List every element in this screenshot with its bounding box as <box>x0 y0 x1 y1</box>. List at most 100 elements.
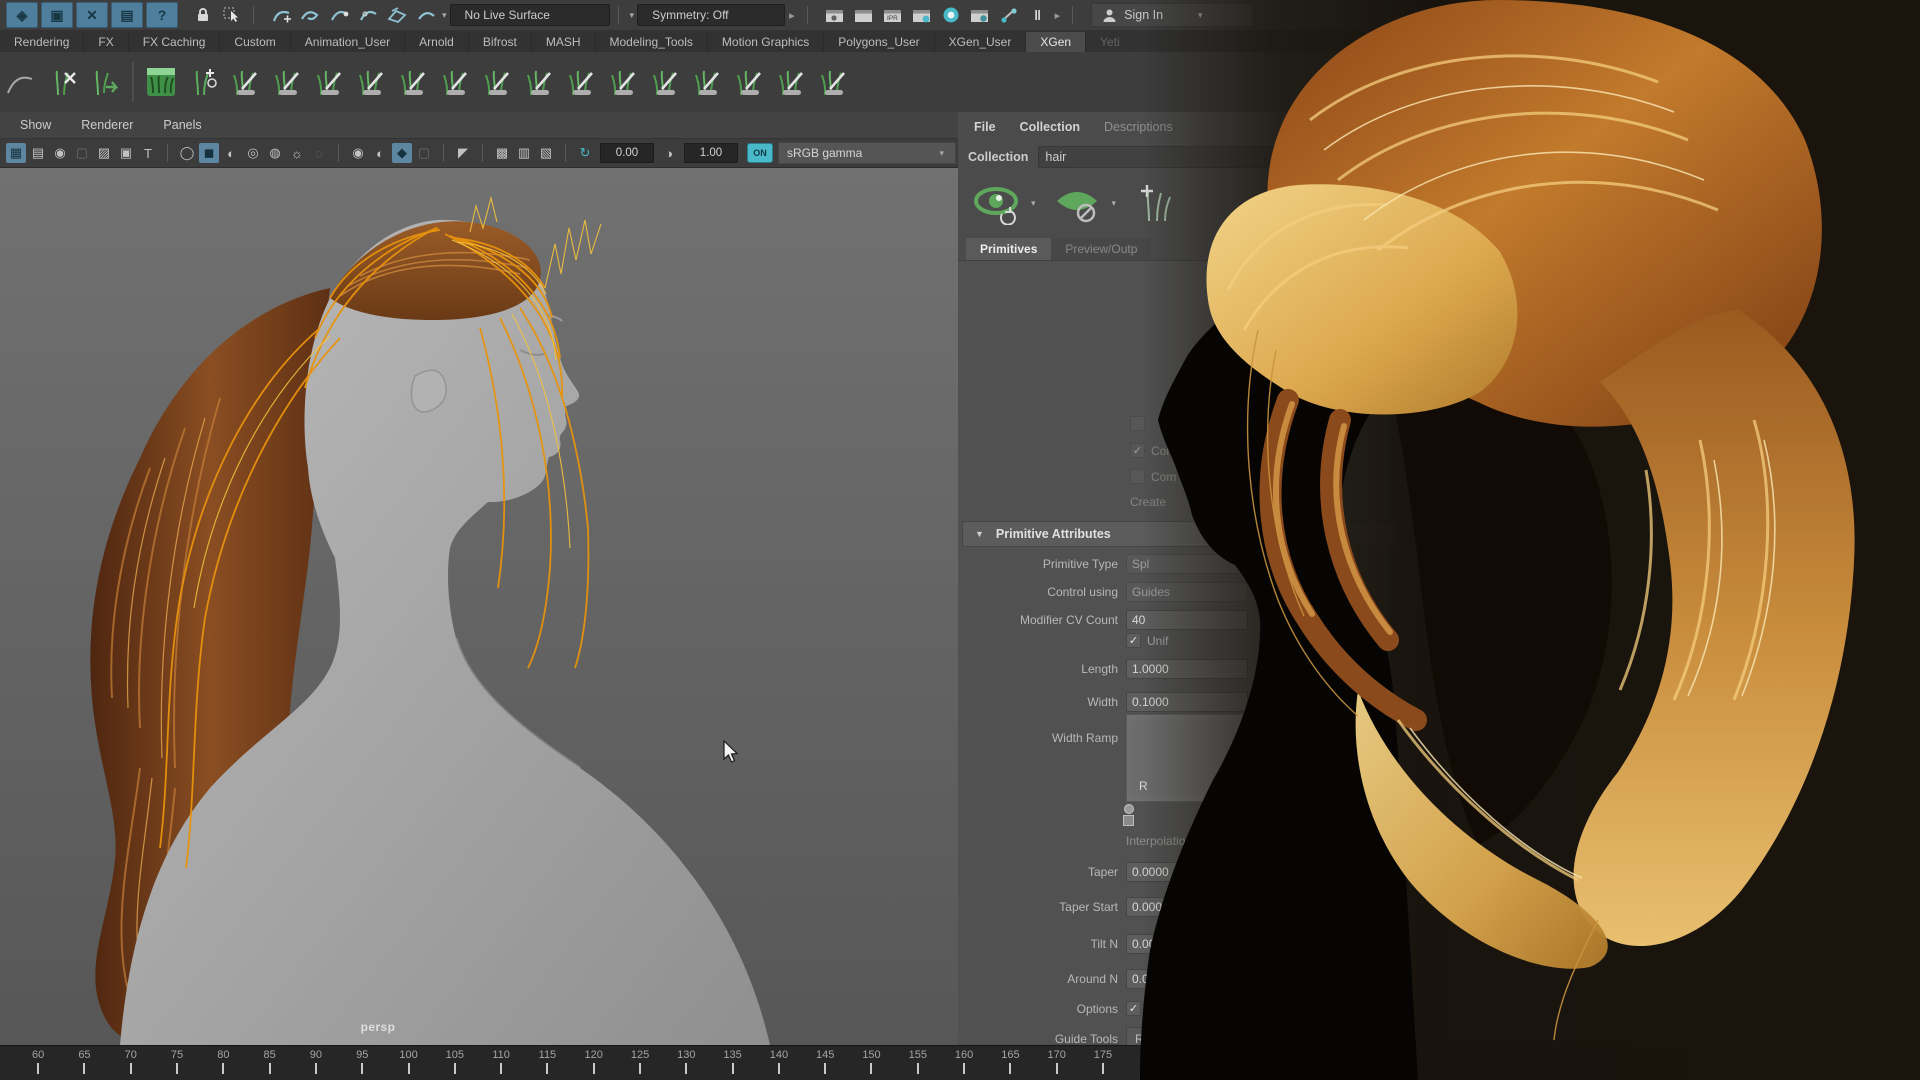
shelf-tab[interactable]: XGen_User <box>935 32 1027 52</box>
preview-caret-icon[interactable]: ▾ <box>1031 198 1036 209</box>
timeline-frame-slot[interactable]: 180 <box>1126 1046 1172 1080</box>
timeline-frame-slot[interactable]: 150 <box>848 1046 894 1080</box>
resolution-gate-icon[interactable]: ◉ <box>50 143 70 163</box>
timeline-frame-slot[interactable]: 115 <box>524 1046 570 1080</box>
timeline-frame-slot[interactable]: 140 <box>756 1046 802 1080</box>
film-gate-icon[interactable]: ▤ <box>28 143 48 163</box>
object-pick-icon[interactable] <box>219 3 245 27</box>
snap-view-icon[interactable] <box>413 3 439 27</box>
xray-display-icon[interactable]: ◆ <box>392 143 412 163</box>
shadows-icon[interactable]: ◍ <box>265 143 285 163</box>
time-slider[interactable]: 60 65 70 75 80 85 90 95 100 105 <box>0 1045 1920 1080</box>
shaded-display-icon[interactable]: ◼ <box>199 143 219 163</box>
xgen-tab[interactable]: Primitives <box>966 238 1051 260</box>
shelf-tab[interactable]: Yeti <box>1086 32 1135 52</box>
shelf-tab[interactable]: MASH <box>532 32 596 52</box>
grid-toggle-icon[interactable]: ▦ <box>6 143 26 163</box>
timeline-frame-slot[interactable]: 105 <box>432 1046 478 1080</box>
snap-point-icon[interactable] <box>326 3 352 27</box>
hide-preview-caret-icon[interactable]: ▾ <box>1112 198 1117 209</box>
xgen-preview-eye-icon[interactable]: ▾ <box>972 181 1039 225</box>
tilt-n-field[interactable]: 0.0000 <box>1126 934 1248 954</box>
isolate-remove-icon[interactable]: ▧ <box>536 143 556 163</box>
live-surface-caret-icon[interactable]: ▾ <box>442 10 447 21</box>
timeline-frame-slot[interactable]: 65 <box>61 1046 107 1080</box>
timeline-frame-slot[interactable]: 185 <box>1172 1046 1218 1080</box>
viewport-3d-view[interactable]: persp <box>0 168 958 1045</box>
width-ramp-widget[interactable]: R <box>1126 714 1314 802</box>
render-view-icon[interactable] <box>822 3 848 27</box>
taper-start-slider[interactable] <box>1262 906 1342 909</box>
xgen-brush-icon[interactable] <box>562 60 600 104</box>
shelf-tab[interactable]: Animation_User <box>291 32 405 52</box>
xgen-brush-icon[interactable] <box>394 60 432 104</box>
panel-menu-item[interactable]: Show <box>20 118 51 132</box>
timeline-frame-slot[interactable]: 160 <box>941 1046 987 1080</box>
interpolation-value[interactable]: Line <box>1201 834 1224 848</box>
primitive-attributes-header[interactable]: ▼Primitive Attributes <box>962 521 1396 547</box>
group-collapse-icon[interactable]: ▸ <box>789 9 795 22</box>
faded-create-button[interactable]: Create <box>1130 495 1166 509</box>
taper-field[interactable]: 0.0000 <box>1126 862 1248 882</box>
timeline-frame-slot[interactable]: 95 <box>339 1046 385 1080</box>
timeline-frame-slot[interactable]: 120 <box>571 1046 617 1080</box>
lock-selection-icon[interactable] <box>190 3 216 27</box>
live-surface-field[interactable]: No Live Surface <box>450 4 610 26</box>
gate-mask-icon[interactable]: ▢ <box>72 143 92 163</box>
mode-tools-icon[interactable]: ✕ <box>76 2 108 28</box>
xgen-brush-icon[interactable] <box>730 60 768 104</box>
xgen-brush-icon[interactable] <box>478 60 516 104</box>
primitive-type-dropdown[interactable]: Spl <box>1126 554 1248 574</box>
shelf-tab[interactable]: Rendering <box>0 32 84 52</box>
shelf-tab[interactable]: Motion Graphics <box>708 32 824 52</box>
xgen-brush-icon[interactable] <box>520 60 558 104</box>
mode-help-icon[interactable]: ? <box>146 2 178 28</box>
xgen-brush-icon[interactable] <box>688 60 726 104</box>
mode-clapper-icon[interactable]: ▤ <box>111 2 143 28</box>
safe-title-icon[interactable]: T <box>138 143 158 163</box>
timeline-frame-slot[interactable]: 170 <box>1034 1046 1080 1080</box>
use-all-lights-icon[interactable]: ◎ <box>243 143 263 163</box>
xgen-menu-item[interactable]: File <box>974 120 996 134</box>
render-sequence-icon[interactable] <box>909 3 935 27</box>
timeline-frame-slot[interactable]: 110 <box>478 1046 524 1080</box>
xgen-brush-icon[interactable] <box>352 60 390 104</box>
timeline-frame-slot[interactable]: 60 <box>15 1046 61 1080</box>
field-chart-icon[interactable]: ▨ <box>94 143 114 163</box>
xgen-create-description-icon[interactable] <box>142 60 180 104</box>
isolate-select-icon[interactable]: ▩ <box>492 143 512 163</box>
uniform-cvs-checkbox[interactable]: ✓ <box>1126 633 1141 648</box>
color-management-toggle[interactable]: ON <box>747 143 773 163</box>
width-field[interactable]: 0.1000 <box>1126 692 1248 712</box>
xgen-brush-icon[interactable] <box>604 60 642 104</box>
xgen-brush-icon[interactable] <box>772 60 810 104</box>
render-settings-sphere-icon[interactable] <box>938 3 964 27</box>
group-expand-icon[interactable]: ▸ <box>1055 9 1061 22</box>
around-n-field[interactable]: 0.0000 <box>1126 969 1248 989</box>
faded-checkbox-con[interactable]: ✓Con <box>1130 443 1173 458</box>
length-field[interactable]: 1.0000 <box>1126 659 1248 679</box>
shelf-tab[interactable]: XGen <box>1026 32 1086 52</box>
timeline-frame-slot[interactable]: 85 <box>246 1046 292 1080</box>
taper-start-field[interactable]: 0.0000 <box>1126 897 1248 917</box>
symmetry-caret-icon[interactable]: ▾ <box>630 10 635 21</box>
timeline-frame-slot[interactable]: 145 <box>802 1046 848 1080</box>
motion-blur-icon[interactable]: ◌ <box>309 143 329 163</box>
pause-icon[interactable]: ‖ <box>1025 3 1051 27</box>
xgen-brush-icon[interactable] <box>310 60 348 104</box>
default-material-icon[interactable]: ◉ <box>348 143 368 163</box>
safe-action-icon[interactable]: ▣ <box>116 143 136 163</box>
isolate-add-icon[interactable]: ▥ <box>514 143 534 163</box>
xgen-menu-item[interactable]: Collection <box>1020 120 1080 134</box>
timeline-frame-slot[interactable]: 165 <box>987 1046 1033 1080</box>
wireframe-display-icon[interactable]: ◯ <box>177 143 197 163</box>
timeline-frame-slot[interactable]: 100 <box>385 1046 431 1080</box>
snap-grid-icon[interactable] <box>268 3 294 27</box>
timeline-frame-slot[interactable]: 125 <box>617 1046 663 1080</box>
xgen-brush-icon[interactable] <box>646 60 684 104</box>
timeline-frame-slot[interactable]: 130 <box>663 1046 709 1080</box>
shelf-tab[interactable]: FX Caching <box>129 32 221 52</box>
xgen-curve-tool-icon[interactable] <box>2 60 40 104</box>
snap-plane-icon[interactable] <box>384 3 410 27</box>
xgen-export-guides-icon[interactable] <box>86 60 124 104</box>
